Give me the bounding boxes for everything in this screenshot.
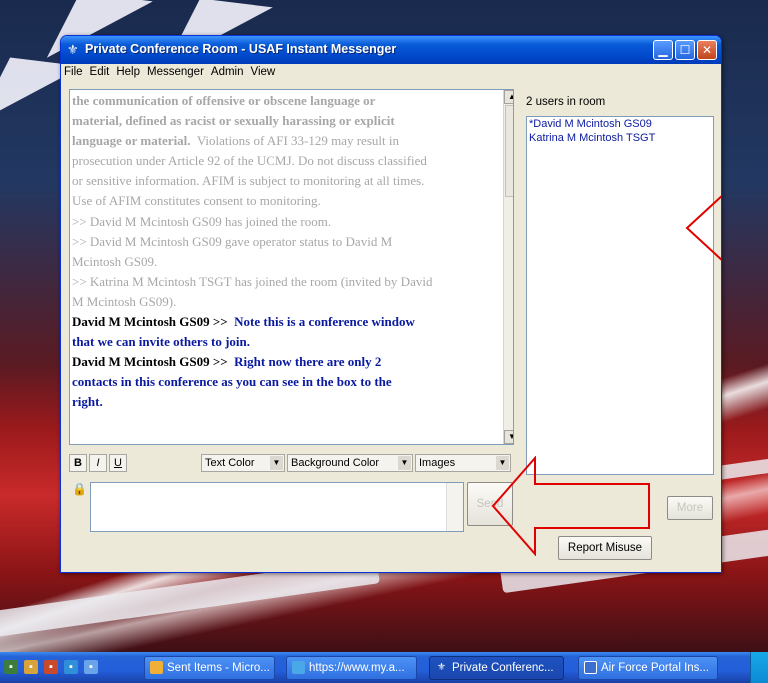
message-text: Right now there are only 2 (234, 354, 382, 370)
log-line: the communication of offensive or obscen… (72, 93, 376, 108)
chat-log-scrollbar[interactable]: ▲ ▼ (503, 90, 513, 444)
menu-admin[interactable]: Admin (208, 64, 248, 78)
log-line: prosecution under Article 92 of the UCMJ… (72, 153, 427, 169)
message-input-scrollbar[interactable] (446, 483, 463, 531)
shield-icon: ⚜ (437, 662, 446, 673)
desktop-icon[interactable]: ▪ (4, 660, 18, 674)
menu-edit[interactable]: Edit (87, 64, 114, 78)
menu-view[interactable]: View (248, 64, 280, 78)
dropdown-label: Images (419, 457, 456, 469)
chat-log[interactable]: the communication of offensive or obscen… (69, 89, 514, 445)
taskbar-item-outlook[interactable]: Sent Items - Micro... (144, 656, 275, 680)
background-color-dropdown[interactable]: Background Color ▼ (287, 454, 413, 472)
message-text: that we can invite others to join. (72, 334, 251, 350)
quicklaunch-icon[interactable]: ▪ (24, 660, 38, 674)
underline-button[interactable]: U (109, 454, 127, 472)
outlook-icon (150, 661, 163, 674)
scroll-down-icon[interactable]: ▼ (504, 430, 513, 444)
taskbar-item-word[interactable]: Air Force Portal Ins... (578, 656, 718, 680)
log-text: Violations of AFI 33-129 may result in (196, 133, 399, 149)
annotation-arrow-left (685, 195, 721, 261)
log-line: >> Katrina M Mcintosh TSGT has joined th… (72, 273, 433, 289)
system-tray[interactable] (750, 652, 768, 683)
minimize-icon: ▁ (658, 43, 668, 57)
chevron-down-icon: ▼ (270, 456, 283, 470)
minimize-button[interactable]: ▁ (653, 40, 673, 60)
menu-file[interactable]: File (61, 64, 87, 78)
menu-bar: File Edit Help Messenger Admin View (61, 64, 719, 82)
log-line: M Mcintosh GS09). (72, 293, 177, 309)
task-label: https://www.my.a... (309, 662, 405, 674)
taskbar-item-messenger[interactable]: ⚜ Private Conferenc... (429, 656, 564, 680)
user-item[interactable]: Katrina M Mcintosh TSGT (527, 131, 713, 145)
user-item[interactable]: *David M Mcintosh GS09 (527, 117, 713, 131)
log-text: language or material. (72, 133, 191, 149)
shield-icon: ⚜ (67, 42, 79, 57)
dropdown-label: Text Color (205, 457, 255, 469)
users-list[interactable]: *David M Mcintosh GS09 Katrina M Mcintos… (526, 116, 714, 475)
title-bar[interactable]: ⚜ Private Conference Room - USAF Instant… (61, 36, 721, 64)
taskbar: ▪ ▪ ▪ ▪ ▪ Sent Items - Micro... https://… (0, 652, 768, 683)
task-label: Sent Items - Micro... (167, 662, 270, 674)
message-text: Note this is a conference window (234, 314, 415, 330)
menu-messenger[interactable]: Messenger (144, 64, 208, 78)
maximize-icon: ☐ (679, 43, 691, 57)
close-button[interactable]: ✕ (697, 40, 717, 60)
message-text: right. (72, 394, 103, 410)
log-line: Use of AFIM constitutes consent to monit… (72, 193, 321, 209)
users-count: 2 users in room (526, 96, 606, 108)
lock-icon: 🔒 (72, 482, 87, 496)
message-input[interactable] (90, 482, 464, 532)
more-button[interactable]: More (667, 496, 713, 520)
task-label: Private Conferenc... (452, 662, 554, 674)
maximize-button[interactable]: ☐ (675, 40, 695, 60)
task-label: Air Force Portal Ins... (601, 662, 710, 674)
bold-button[interactable]: B (69, 454, 87, 472)
ie-icon (292, 661, 305, 674)
word-icon (584, 661, 597, 674)
annotation-arrow-left (491, 456, 650, 556)
log-line: >> David M Mcintosh GS09 gave operator s… (72, 233, 393, 249)
close-icon: ✕ (701, 43, 713, 57)
message-sender: David M Mcintosh GS09 >> (72, 314, 228, 330)
chat-message: David M Mcintosh GS09 >> Right now there… (72, 352, 490, 372)
chevron-down-icon: ▼ (398, 456, 411, 470)
italic-button[interactable]: I (89, 454, 107, 472)
text-color-dropdown[interactable]: Text Color ▼ (201, 454, 285, 472)
log-line: >> David M Mcintosh GS09 has joined the … (72, 213, 332, 229)
log-line: material, defined as racist or sexually … (72, 113, 395, 129)
scroll-thumb[interactable] (505, 105, 513, 197)
chat-message: David M Mcintosh GS09 >> Note this is a … (72, 312, 490, 332)
log-line: Mcintosh GS09. (72, 253, 158, 269)
quicklaunch-icon[interactable]: ▪ (84, 660, 98, 674)
window-title: Private Conference Room - USAF Instant M… (85, 42, 397, 56)
quicklaunch-icon[interactable]: ▪ (44, 660, 58, 674)
log-line: or sensitive information. AFIM is subjec… (72, 173, 425, 189)
scroll-up-icon[interactable]: ▲ (504, 90, 513, 104)
conference-window: ⚜ Private Conference Room - USAF Instant… (60, 35, 722, 573)
dropdown-label: Background Color (291, 457, 380, 469)
taskbar-item-browser[interactable]: https://www.my.a... (286, 656, 417, 680)
log-line: language or material. Violations of AFI … (72, 131, 490, 151)
quicklaunch-icon[interactable]: ▪ (64, 660, 78, 674)
menu-help[interactable]: Help (113, 64, 144, 78)
message-text: contacts in this conference as you can s… (72, 374, 392, 390)
message-sender: David M Mcintosh GS09 >> (72, 354, 228, 370)
